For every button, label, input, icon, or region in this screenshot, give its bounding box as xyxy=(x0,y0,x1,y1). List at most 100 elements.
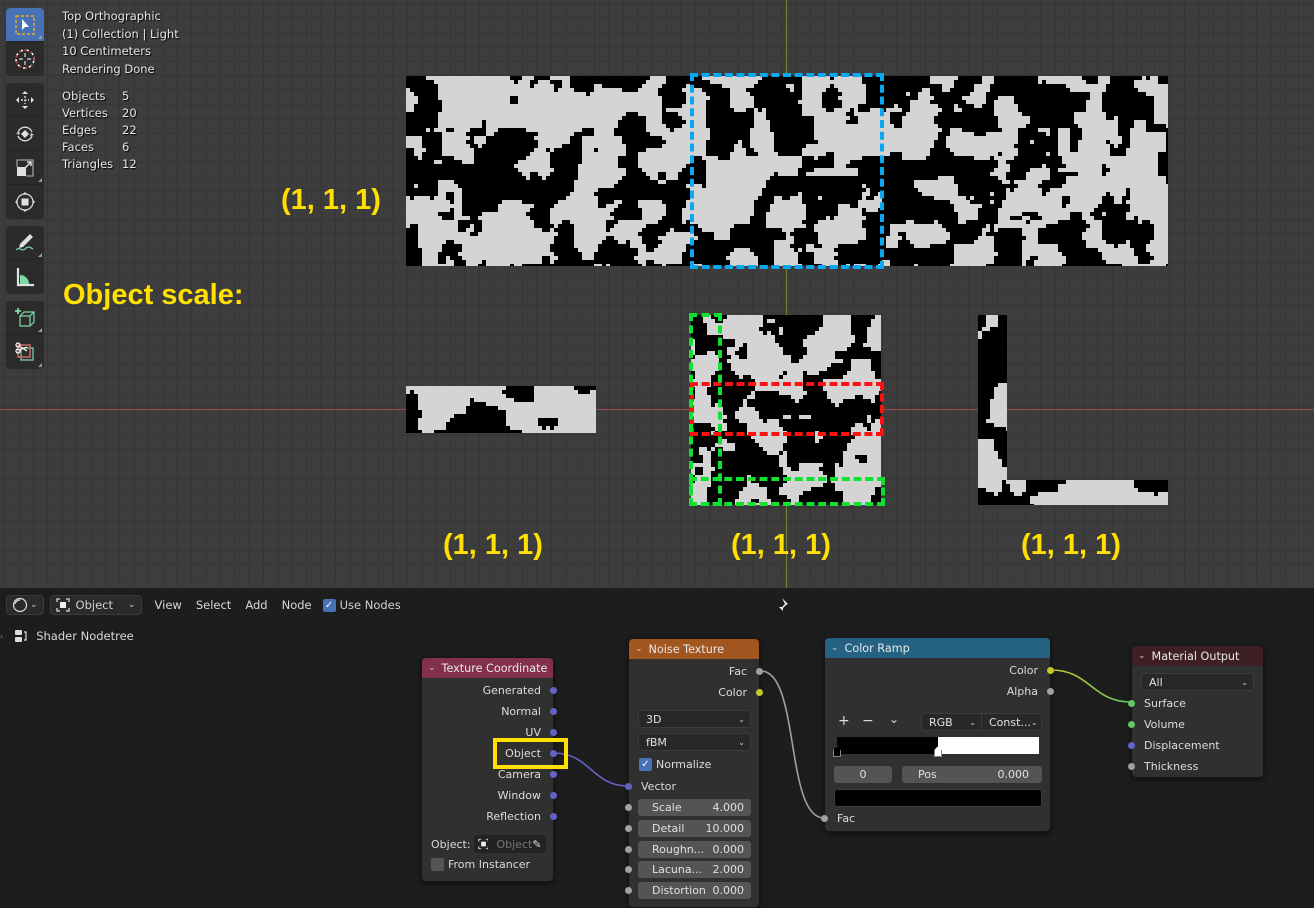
chevron-down-icon: ⌄ xyxy=(738,737,745,747)
output-socket-color[interactable]: Color xyxy=(629,682,763,703)
eyedropper-icon[interactable]: ✎ xyxy=(532,838,541,851)
node-header[interactable]: ⌄ Texture Coordinate xyxy=(422,658,553,678)
output-socket-window[interactable]: Window xyxy=(422,785,557,806)
socket-dot xyxy=(625,846,632,853)
measure-tool[interactable] xyxy=(6,260,44,294)
noise-plane-l-horizontal[interactable] xyxy=(978,480,1168,505)
socket-dot xyxy=(1128,700,1135,707)
output-socket-alpha[interactable]: Alpha xyxy=(825,681,1054,702)
socket-dot xyxy=(1047,667,1054,674)
collapse-chevron-icon[interactable]: ⌄ xyxy=(428,663,436,673)
knife-tool[interactable] xyxy=(6,335,44,369)
interpolation-dropdown[interactable]: Const... ⌄ xyxy=(981,713,1042,731)
object-picker-field[interactable]: Object ✎ xyxy=(473,835,546,853)
stop-color-swatch[interactable] xyxy=(834,789,1042,807)
output-socket-generated[interactable]: Generated xyxy=(422,680,557,701)
rotate-tool[interactable] xyxy=(6,117,44,151)
select-box-tool[interactable] xyxy=(6,8,44,42)
bottom-center-scale-label: (1, 1, 1) xyxy=(731,529,831,561)
annotate-pencil-icon xyxy=(15,233,34,251)
input-socket-vector[interactable]: Vector xyxy=(625,776,759,797)
socket-dot xyxy=(625,804,632,811)
editor-type-button[interactable]: ⌄ xyxy=(6,595,44,615)
cursor-tool[interactable] xyxy=(6,42,44,76)
expand-arrow-icon[interactable]: › xyxy=(0,632,3,641)
scale-tool[interactable] xyxy=(6,151,44,185)
color-ramp-node[interactable]: ⌄ Color Ramp Color Alpha + − ⌄ RGB ⌄ Cons… xyxy=(821,637,1054,832)
noise-plane-l-vertical[interactable] xyxy=(978,315,1007,505)
texture-coordinate-node[interactable]: ⌄ Texture Coordinate Generated Normal UV… xyxy=(421,657,557,882)
noise-plane-strip[interactable] xyxy=(406,386,596,433)
noise-texture-node[interactable]: ⌄ Noise Texture Fac Color 3D ⌄ fBM ⌄ ✓ Nor… xyxy=(625,638,763,908)
stat-row: Edges 22 xyxy=(62,123,137,137)
node-header[interactable]: ⌄ Color Ramp xyxy=(825,638,1050,658)
stop-index-field[interactable]: 0 xyxy=(834,766,892,783)
output-socket-reflection[interactable]: Reflection xyxy=(422,806,557,827)
pin-icon[interactable] xyxy=(773,597,789,613)
socket-dot xyxy=(1128,742,1135,749)
render-status: Rendering Done xyxy=(62,61,155,76)
annotate-tool[interactable] xyxy=(6,226,44,260)
input-socket-displacement[interactable]: Displacement xyxy=(1128,735,1263,756)
ramp-menu-button[interactable]: ⌄ xyxy=(889,712,899,726)
node-header[interactable]: ⌄ Material Output xyxy=(1132,646,1263,666)
collapse-chevron-icon[interactable]: ⌄ xyxy=(831,643,839,653)
chevron-down-icon: ⌄ xyxy=(128,600,136,610)
use-nodes-toggle[interactable]: ✓ Use Nodes xyxy=(322,598,401,612)
socket-dot xyxy=(1128,763,1135,770)
3d-viewport[interactable]: Top Orthographic (1) Collection | Light … xyxy=(0,0,1314,588)
input-socket-fac[interactable]: Fac xyxy=(821,808,1050,829)
socket-dot xyxy=(550,729,557,736)
output-socket-fac[interactable]: Fac xyxy=(629,661,763,682)
from-instancer-toggle[interactable]: From Instancer xyxy=(431,858,530,871)
noise-type-dropdown[interactable]: fBM ⌄ xyxy=(638,733,751,751)
stat-row: Objects 5 xyxy=(62,89,130,103)
scale-icon xyxy=(16,159,34,176)
chevron-down-icon: ⌄ xyxy=(30,600,38,610)
lacunarity-field[interactable]: Lacuna... 2.000 xyxy=(638,861,751,878)
socket-dot xyxy=(756,689,763,696)
input-socket-surface[interactable]: Surface xyxy=(1128,693,1263,714)
shader-editor-icon xyxy=(12,597,28,613)
scale-field[interactable]: Scale 4.000 xyxy=(638,799,751,816)
chevron-down-icon: ⌄ xyxy=(1241,677,1248,687)
chevron-down-icon: ⌄ xyxy=(969,717,976,727)
socket-dot xyxy=(756,668,763,675)
output-socket-normal[interactable]: Normal xyxy=(422,701,557,722)
noise-pattern xyxy=(406,386,596,433)
detail-field[interactable]: Detail 10.000 xyxy=(638,820,751,837)
socket-dot xyxy=(625,887,632,894)
collapse-chevron-icon[interactable]: ⌄ xyxy=(1138,651,1146,661)
input-socket-volume[interactable]: Volume xyxy=(1128,714,1263,735)
socket-dot xyxy=(550,771,557,778)
move-tool[interactable] xyxy=(6,83,44,117)
from-instancer-checkbox[interactable] xyxy=(431,858,444,871)
output-socket-color[interactable]: Color xyxy=(825,660,1054,681)
node-header[interactable]: ⌄ Noise Texture xyxy=(629,639,759,659)
remove-stop-button[interactable]: − xyxy=(862,713,874,729)
input-socket-thickness[interactable]: Thickness xyxy=(1128,756,1263,777)
menu-add[interactable]: Add xyxy=(245,598,267,612)
stop-position-field[interactable]: Pos 0.000 xyxy=(902,766,1042,783)
distortion-field[interactable]: Distortion 0.000 xyxy=(638,882,751,899)
stat-row: Triangles 12 xyxy=(62,157,137,171)
socket-dot xyxy=(550,687,557,694)
target-dropdown[interactable]: All ⌄ xyxy=(1141,673,1254,691)
object-mode-dropdown[interactable]: Object ⌄ xyxy=(49,595,142,615)
add-stop-button[interactable]: + xyxy=(838,713,850,729)
color-mode-dropdown[interactable]: RGB ⌄ xyxy=(921,713,982,731)
roughness-field[interactable]: Roughn... 0.000 xyxy=(638,841,751,858)
menu-select[interactable]: Select xyxy=(196,598,231,612)
material-output-node[interactable]: ⌄ Material Output All ⌄ Surface Volume Di… xyxy=(1128,645,1264,778)
transform-tool[interactable] xyxy=(6,185,44,219)
dimensions-dropdown[interactable]: 3D ⌄ xyxy=(638,710,751,728)
menu-view[interactable]: View xyxy=(155,598,182,612)
grid-scale: 10 Centimeters xyxy=(62,44,151,59)
normalize-toggle[interactable]: ✓ Normalize xyxy=(639,758,711,771)
add-cube-tool[interactable] xyxy=(6,301,44,335)
view-name: Top Orthographic xyxy=(62,9,161,23)
collapse-chevron-icon[interactable]: ⌄ xyxy=(635,644,643,654)
menu-node[interactable]: Node xyxy=(282,598,312,612)
use-nodes-checkbox[interactable]: ✓ xyxy=(322,598,336,612)
normalize-checkbox[interactable]: ✓ xyxy=(639,758,652,771)
